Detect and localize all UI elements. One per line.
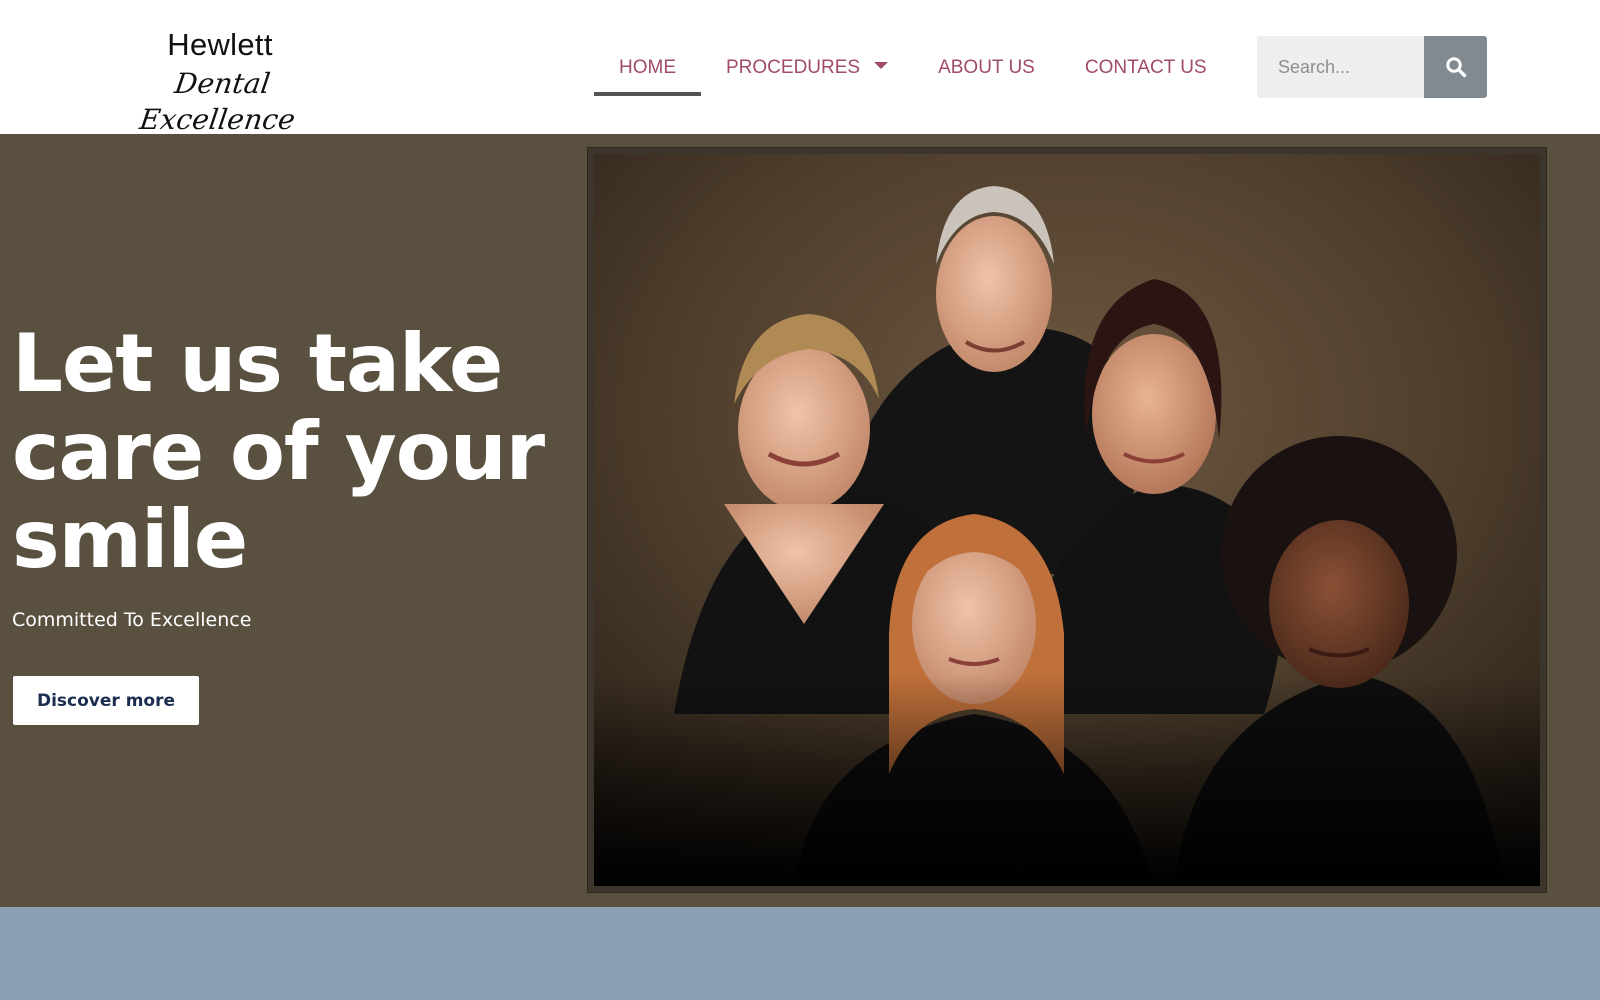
nav-item-label: ABOUT US (938, 57, 1035, 78)
nav-item-about-us[interactable]: ABOUT US (913, 46, 1060, 90)
search-form (1257, 36, 1487, 98)
caret-down-icon (874, 62, 889, 70)
search-icon (1445, 57, 1466, 78)
nav-item-procedures[interactable]: PROCEDURES (701, 46, 913, 90)
team-photo-frame (587, 147, 1547, 893)
nav-item-label: CONTACT US (1084, 57, 1207, 78)
hero-subtitle: Committed To Excellence (12, 609, 252, 631)
search-button[interactable] (1424, 36, 1487, 98)
nav-item-home[interactable]: HOME (594, 46, 701, 96)
search-input[interactable] (1257, 36, 1424, 98)
nav-item-label: HOME (619, 57, 676, 78)
hero-title: Let us take care of your smile (12, 317, 545, 586)
logo-text-dental-excellence: Dental Excellence (137, 67, 298, 136)
hero-text: Let us take care of your smile Committed… (12, 320, 572, 633)
nav-item-label: PROCEDURES (726, 57, 861, 78)
discover-more-button[interactable]: Discover more (13, 676, 199, 725)
hero-section: Let us take care of your smile Committed… (0, 134, 1600, 907)
lower-section (0, 907, 1600, 1000)
team-photo (594, 154, 1540, 886)
site-logo[interactable]: Hewlett Dental Excellence (110, 24, 330, 136)
nav-item-contact-us[interactable]: CONTACT US (1060, 46, 1232, 90)
site-header: Hewlett Dental Excellence HOME PROCEDURE… (0, 0, 1600, 136)
logo-text-hewlett: Hewlett (167, 27, 273, 62)
main-nav: HOME PROCEDURES ABOUT US CONTACT US (594, 46, 1232, 96)
